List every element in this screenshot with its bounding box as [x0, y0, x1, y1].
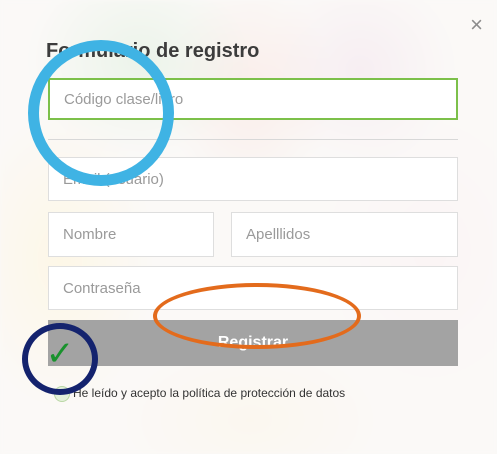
last-name-input[interactable]	[231, 212, 458, 257]
checkmark-icon: ✓	[45, 334, 75, 374]
policy-label: He leído y acepto la política de protecc…	[73, 386, 346, 400]
password-input[interactable]	[48, 266, 458, 310]
register-button[interactable]: Registrar	[48, 320, 458, 366]
dialog-title: Formulario de registro	[46, 40, 260, 62]
email-input[interactable]	[48, 157, 458, 201]
close-icon[interactable]: ×	[470, 14, 483, 36]
policy-checkbox[interactable]	[54, 386, 70, 402]
class-book-code-input[interactable]	[48, 78, 458, 120]
first-name-input[interactable]	[48, 212, 214, 257]
divider	[48, 139, 458, 140]
